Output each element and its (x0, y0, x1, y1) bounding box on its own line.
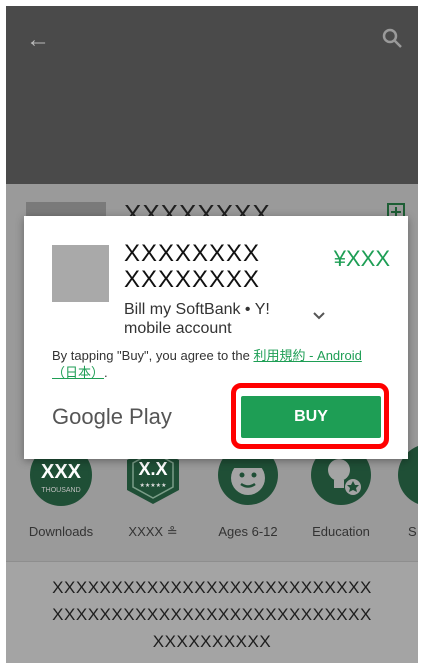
description-line: XXXXXXXXXXXXXXXXXXXXXXXXXXX (52, 578, 372, 597)
terms-suffix: . (104, 365, 108, 380)
stat-label: S (408, 524, 417, 539)
stat-label: Ages 6-12 (218, 524, 278, 539)
app-name-line: XXXXXXXX (124, 240, 261, 267)
app-bar: ← (6, 6, 418, 184)
rating-value: X.X (138, 459, 168, 479)
stat-label: Education (312, 524, 370, 539)
chevron-down-icon[interactable] (312, 311, 326, 321)
stats-row: XXX THOUSAND Downloads X.X ★★★★★ XXXX ≗ (6, 444, 418, 554)
app-description: XXXXXXXXXXXXXXXXXXXXXXXXXXX XXXXXXXXXXXX… (6, 561, 418, 663)
app-icon (52, 245, 109, 302)
stat-label: XXXX ≗ (128, 524, 178, 539)
rating-stars: ★★★★★ (139, 483, 167, 489)
google-play-logo: Google Play (52, 404, 172, 429)
app-name-line: XXXXXXXX (124, 266, 261, 293)
back-arrow-icon[interactable]: ← (26, 28, 50, 52)
buy-button[interactable]: BUY (241, 396, 381, 438)
description-line: XXXXXXXXXXXXXXXXXXXXXXXXXXX (52, 605, 372, 624)
screen: ← XXXXXXXX XXX THOUSAND Downloads X.X ★★… (6, 6, 418, 663)
downloads-count: XXX (40, 461, 82, 483)
downloads-unit: THOUSAND (41, 487, 81, 494)
search-icon[interactable] (380, 26, 404, 50)
price: ¥XXX (333, 246, 390, 271)
app-name: XXXXXXXX XXXXXXXX (124, 241, 314, 293)
terms-text: By tapping "Buy", you agree to the 利用規約 … (52, 347, 386, 381)
description-line: XXXXXXXXXX (152, 632, 272, 651)
stat-label: Downloads (28, 524, 94, 539)
terms-prefix: By tapping "Buy", you agree to the (52, 348, 254, 363)
payment-method[interactable]: Bill my SoftBank • Y! mobile account (124, 300, 284, 338)
purchase-dialog: XXXXXXXX XXXXXXXX ¥XXX Bill my SoftBank … (24, 216, 408, 459)
